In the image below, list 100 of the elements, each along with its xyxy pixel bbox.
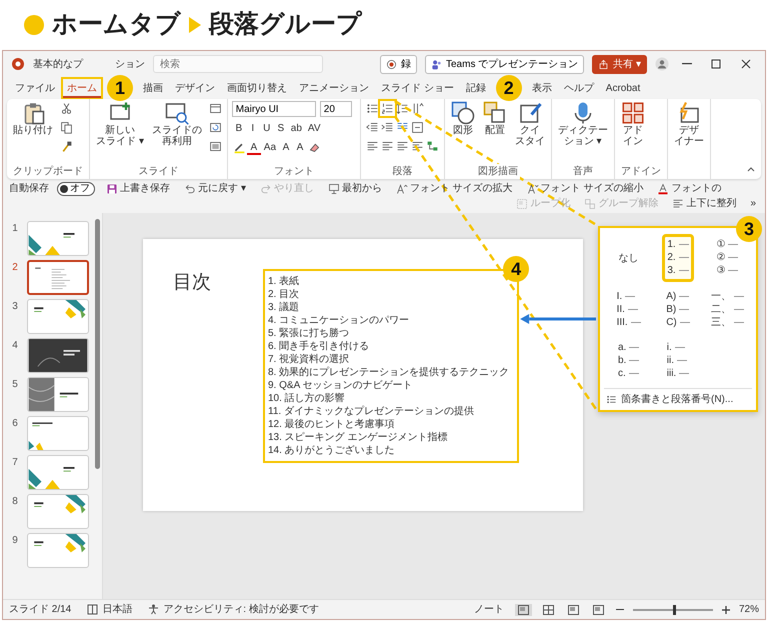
window-title: ション: [115, 58, 145, 72]
dropdown-field[interactable]: 20: [320, 101, 352, 117]
ribbon-button[interactable]: 貼り付け: [11, 101, 55, 136]
close-button[interactable]: [739, 57, 753, 71]
numbering-option[interactable]: 一、 二、 三、: [706, 286, 749, 333]
zoom-out-button[interactable]: [614, 608, 625, 612]
numbering-option[interactable]: i. ii. iii.: [662, 337, 694, 384]
undo-icon: [184, 182, 196, 194]
format-button[interactable]: AV: [304, 121, 324, 136]
ribbon-tab[interactable]: 描画: [139, 78, 167, 98]
slide-thumbnail[interactable]: [27, 260, 89, 295]
ribbon-button[interactable]: クイ スタイ: [512, 101, 547, 147]
slide-number: 6: [11, 417, 19, 431]
ribbon-tab[interactable]: ヘルプ: [560, 78, 598, 98]
ribbon-tab[interactable]: デザイン: [171, 78, 219, 98]
list-item: 2. 目次: [268, 288, 300, 301]
maximize-icon: [710, 58, 722, 70]
ribbon-button[interactable]: 新しい スライド ▾: [94, 101, 146, 147]
ribbon-button[interactable]: スライドの 再利用: [150, 101, 204, 147]
heading-text: 段落グループ: [209, 9, 362, 40]
format-button[interactable]: B: [232, 121, 246, 136]
ribbon-button[interactable]: ディクテー ション ▾: [556, 101, 610, 147]
list-item: 3. 議題: [268, 301, 300, 314]
toolbar-button[interactable]: [59, 101, 74, 116]
font-shrink-icon: [526, 182, 539, 194]
notes-button[interactable]: ノート: [470, 602, 507, 617]
numbering-option[interactable]: なし: [614, 234, 644, 282]
toolbar-button[interactable]: 最初から: [324, 181, 385, 196]
toolbar-button[interactable]: [410, 120, 425, 135]
layout-icon: [208, 102, 222, 115]
toolbar-button[interactable]: 元に戻す ▾: [181, 181, 249, 196]
numbered-list-icon: [380, 102, 394, 115]
record-icon: [386, 58, 397, 70]
list-item: 8. 効果的にプレゼンテーションを提供するテクニック: [268, 366, 510, 379]
refresh-icon: [208, 121, 222, 134]
ribbon-tab[interactable]: 画面切り替え: [223, 78, 291, 98]
slide-number: 2: [11, 261, 19, 275]
format-button[interactable]: S: [274, 121, 288, 136]
list-item: 14. ありがとうございました: [268, 444, 396, 457]
share-button[interactable]: 共有 ▾: [592, 54, 647, 74]
group-label: フォント: [272, 164, 316, 179]
ribbon-tab[interactable]: スライド ショー: [377, 78, 458, 98]
ribbon-button[interactable]: デザ イナー: [672, 101, 706, 147]
dropdown-field[interactable]: Mairyo UI: [232, 101, 316, 117]
record-button[interactable]: 録: [380, 54, 417, 74]
format-button[interactable]: A: [293, 140, 308, 155]
group-label: スライド: [136, 164, 180, 179]
menu-item[interactable]: 箇条書きと段落番号(N)...: [604, 388, 752, 410]
ribbon-button[interactable]: 配置: [480, 101, 509, 136]
triangle-icon: [189, 17, 201, 33]
zoom-in-button[interactable]: [720, 604, 731, 614]
format-button[interactable]: ab: [288, 121, 305, 136]
slider-thumb[interactable]: [672, 604, 676, 614]
text-align-icon: [410, 121, 424, 134]
toolbar-button[interactable]: [208, 139, 223, 154]
toolbar-button[interactable]: [208, 101, 223, 116]
maximize-button[interactable]: [709, 57, 723, 71]
ribbon-tab[interactable]: ファイル: [11, 78, 59, 98]
toolbar-button[interactable]: フォントの: [654, 181, 724, 196]
group-label: 図形描画: [476, 164, 520, 179]
normal-view-icon: [518, 604, 529, 614]
presentation-icon: [592, 604, 604, 614]
scrollbar[interactable]: [95, 219, 100, 469]
ribbon-tab[interactable]: Acrobat: [602, 78, 644, 98]
outdent-icon: [366, 121, 379, 134]
search-field[interactable]: 検索: [153, 55, 323, 73]
ribbon-tab[interactable]: 表示: [528, 78, 556, 98]
ribbon-button[interactable]: 図形: [448, 101, 477, 136]
toolbar-button[interactable]: フォント サイズの縮小: [524, 181, 646, 196]
numbering-option[interactable]: I. II. III.: [612, 286, 646, 333]
ribbon-tab[interactable]: 記録: [462, 78, 490, 98]
view-button[interactable]: [514, 604, 532, 616]
format-button[interactable]: I: [246, 121, 260, 136]
toolbar-button[interactable]: [59, 120, 74, 135]
toolbar-button[interactable]: »: [747, 196, 759, 211]
zoom-level: 72%: [738, 603, 759, 617]
eraser-icon: [308, 141, 322, 154]
ribbon-tab[interactable]: ホーム: [63, 78, 101, 98]
toolbar-button[interactable]: [394, 101, 410, 116]
toolbar-button[interactable]: [208, 120, 223, 135]
toolbar-button[interactable]: 上下に整列: [669, 196, 740, 211]
ribbon-button[interactable]: アド イン: [618, 101, 647, 147]
slide-number: 8: [11, 495, 19, 509]
redo-icon: [260, 182, 272, 194]
format-button[interactable]: A: [279, 140, 294, 155]
numbering-option[interactable]: a. b. c.: [612, 337, 644, 384]
bullet-list-icon: [606, 394, 617, 405]
present-button[interactable]: Teams でプレゼンテーション: [424, 54, 584, 74]
numbering-option[interactable]: 1. 2. 3.: [662, 234, 694, 282]
format-button[interactable]: U: [260, 121, 274, 136]
toolbar-button[interactable]: 上書き保存: [103, 181, 173, 196]
share-icon: [598, 58, 610, 70]
format-button[interactable]: Aa: [260, 140, 280, 155]
numbering-option[interactable]: A) B) C): [661, 286, 695, 333]
scissors-icon: [60, 102, 73, 115]
toolbar-button[interactable]: [380, 101, 395, 116]
font-color-button[interactable]: A: [246, 140, 261, 155]
ribbon-tab[interactable]: アニメーション: [295, 78, 373, 98]
toggle-switch[interactable]: オフ: [57, 182, 95, 196]
avatar-icon: [655, 57, 669, 71]
